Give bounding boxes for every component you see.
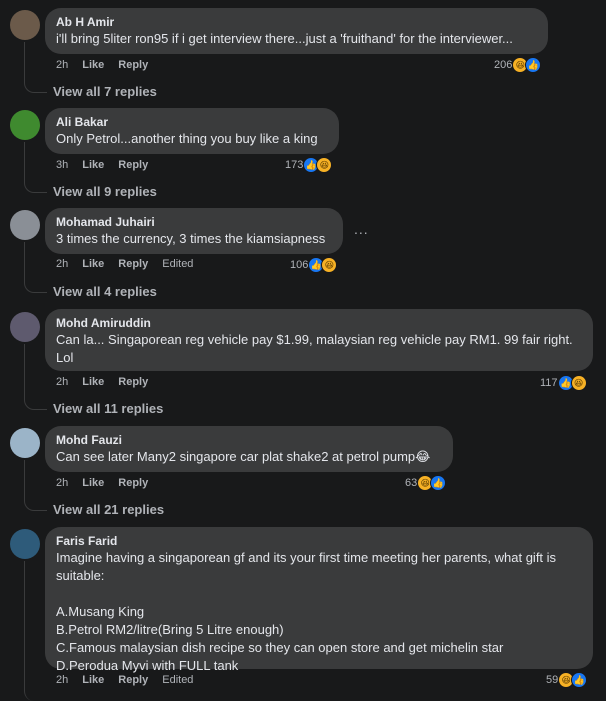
avatar[interactable] [10,210,40,240]
reaction-summary[interactable]: 63 😆 👍 [405,475,447,491]
comment-author[interactable]: Ali Bakar [56,115,328,130]
comment-bubble: Mohamad Juhairi 3 times the currency, 3 … [45,208,343,254]
reply-button[interactable]: Reply [118,376,148,388]
like-icon: 👍 [525,57,542,73]
view-replies-link[interactable]: View all 7 replies [53,84,157,99]
reaction-summary[interactable]: 106 👍 😆 [290,257,338,273]
like-button[interactable]: Like [82,159,104,171]
avatar[interactable] [10,110,40,140]
comment-time[interactable]: 2h [56,477,68,489]
view-replies-link[interactable]: View all 9 replies [53,184,157,199]
comment-text: i'll bring 5liter ron95 if i get intervi… [56,31,513,46]
comment-author[interactable]: Mohd Fauzi [56,433,442,448]
reaction-count: 117 [540,377,558,389]
reaction-count: 59 [546,674,559,686]
comment-actions: 2h Like Reply Edited [56,674,207,686]
haha-icon: 😆 [321,257,338,273]
comment-author[interactable]: Mohd Amiruddin [56,316,582,331]
haha-icon: 😆 [316,157,333,173]
edited-label: Edited [162,258,194,270]
avatar[interactable] [10,312,40,342]
view-replies-link[interactable]: View all 4 replies [53,284,157,299]
edited-label: Edited [162,674,194,686]
comment-actions: 2h Like Reply [56,376,162,388]
thread-line [24,561,47,701]
comment-time[interactable]: 2h [56,674,68,686]
comment-text: Imagine having a singaporean gf and its … [56,550,557,673]
comment-actions: 3h Like Reply [56,159,162,171]
comment-text: 3 times the currency, 3 times the kiamsi… [56,231,326,246]
reaction-summary[interactable]: 173 👍 😆 [285,157,333,173]
comment-author[interactable]: Faris Farid [56,534,582,549]
reaction-count: 106 [290,259,309,271]
reaction-summary[interactable]: 206 😆 👍 [494,57,542,73]
comment-time[interactable]: 3h [56,159,68,171]
like-icon: 👍 [430,475,447,491]
comment-text: Can see later Many2 singapore car plat s… [56,449,431,464]
reaction-summary[interactable]: 59 😆 👍 [546,672,588,688]
reaction-count: 206 [494,59,513,71]
comment-time[interactable]: 2h [56,258,68,270]
comment-bubble: Ali Bakar Only Petrol...another thing yo… [45,108,339,154]
thread-line [24,344,47,410]
thread-line [24,42,47,93]
comment-bubble: Faris Farid Imagine having a singaporean… [45,527,593,673]
comment-text: Can la... Singaporean reg vehicle pay $1… [56,332,573,365]
thread-line [24,142,47,193]
comment-author[interactable]: Ab H Amir [56,15,537,30]
comment-time[interactable]: 2h [56,59,68,71]
like-button[interactable]: Like [82,477,104,489]
comment-actions: 2h Like Reply [56,59,162,71]
like-button[interactable]: Like [82,376,104,388]
like-button[interactable]: Like [82,258,104,270]
reply-button[interactable]: Reply [118,159,148,171]
avatar[interactable] [10,10,40,40]
reaction-count: 173 [285,159,304,171]
like-button[interactable]: Like [82,674,104,686]
view-replies-link[interactable]: View all 21 replies [53,502,164,517]
comment-actions: 2h Like Reply [56,477,162,489]
view-replies-link[interactable]: View all 11 replies [53,401,163,416]
comment-time[interactable]: 2h [56,376,68,388]
more-options-button[interactable]: ... [354,221,369,237]
like-icon: 👍 [571,672,588,688]
comment-bubble: Ab H Amir i'll bring 5liter ron95 if i g… [45,8,548,54]
avatar[interactable] [10,529,40,559]
comment-actions: 2h Like Reply Edited [56,258,207,270]
comment-bubble: Mohd Fauzi Can see later Many2 singapore… [45,426,453,472]
reaction-summary[interactable]: 117 👍 😆 [540,375,587,391]
reaction-count: 63 [405,477,418,489]
thread-line [24,242,47,293]
reply-button[interactable]: Reply [118,59,148,71]
avatar[interactable] [10,428,40,458]
comment-bubble: Mohd Amiruddin Can la... Singaporean reg… [45,309,593,371]
reply-button[interactable]: Reply [118,477,148,489]
comment-author[interactable]: Mohamad Juhairi [56,215,332,230]
comment-text: Only Petrol...another thing you buy like… [56,131,318,146]
thread-line [24,460,47,511]
like-button[interactable]: Like [82,59,104,71]
reply-button[interactable]: Reply [118,258,148,270]
haha-icon: 😆 [570,375,587,391]
reply-button[interactable]: Reply [118,674,148,686]
